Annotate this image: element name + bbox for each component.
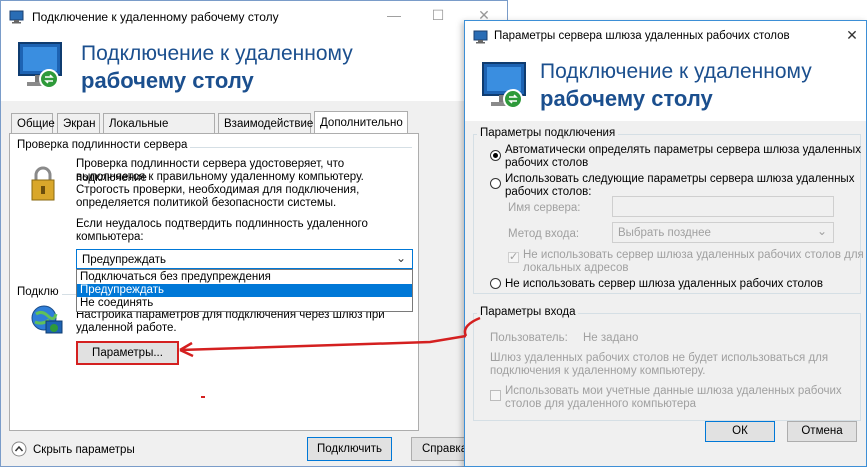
annotation-arrow: [179, 316, 481, 358]
